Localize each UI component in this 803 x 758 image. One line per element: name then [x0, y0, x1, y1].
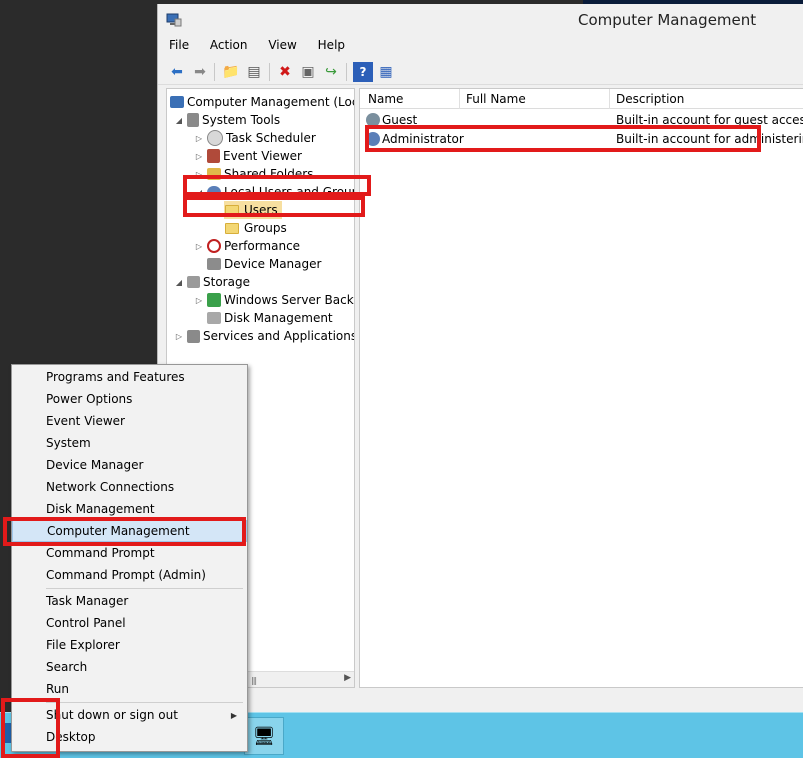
menu-item-run[interactable]: Run — [12, 678, 247, 700]
scroll-right-arrow-icon[interactable]: ▶ — [344, 673, 351, 683]
show-action-pane-icon[interactable]: ▦ — [376, 62, 396, 82]
tree-label: Storage — [203, 275, 250, 289]
expand-arrow-icon[interactable]: ▷ — [174, 332, 184, 341]
menu-separator — [46, 702, 243, 703]
column-divider[interactable] — [459, 89, 460, 109]
menu-item-device-manager[interactable]: Device Manager — [12, 454, 247, 476]
event-viewer-icon — [207, 149, 220, 163]
menu-action[interactable]: Action — [204, 36, 254, 54]
user-list-view: Name Full Name Description Guest Built-i… — [359, 88, 803, 688]
tree-node-device-manager[interactable]: Device Manager — [207, 255, 321, 273]
back-arrow-icon[interactable]: ⬅ — [167, 62, 187, 82]
computer-management-icon — [166, 13, 182, 27]
menu-item-system[interactable]: System — [12, 432, 247, 454]
menu-file[interactable]: File — [163, 36, 195, 54]
tools-icon — [187, 113, 199, 127]
tree-label: Computer Management (Local — [187, 95, 355, 109]
export-list-icon[interactable]: ↪ — [321, 62, 341, 82]
show-hide-tree-icon[interactable]: ▤ — [244, 62, 264, 82]
menu-item-programs-and-features[interactable]: Programs and Features — [12, 366, 247, 388]
tree-label: Performance — [224, 239, 301, 253]
menu-item-file-explorer[interactable]: File Explorer — [12, 634, 247, 656]
tree-node-performance[interactable]: ▷ Performance — [194, 237, 300, 255]
tree-label: Task Scheduler — [226, 131, 316, 145]
highlight-computer-management-item — [3, 517, 246, 546]
tree-label: Services and Applications — [203, 329, 355, 343]
title-bar[interactable]: Computer Management — [158, 4, 803, 34]
tree-node-event-viewer[interactable]: ▷ Event Viewer — [194, 147, 302, 165]
tree-node-services-and-applications[interactable]: ▷ Services and Applications — [174, 327, 355, 345]
server-manager-taskbar-icon[interactable]: 🖥 — [244, 717, 284, 755]
services-icon — [187, 329, 200, 343]
tree-label: Event Viewer — [223, 149, 302, 163]
collapse-arrow-icon[interactable]: ◢ — [174, 116, 184, 125]
expand-arrow-icon[interactable]: ▷ — [194, 134, 204, 143]
tree-node-computer-management[interactable]: Computer Management (Local — [170, 93, 355, 111]
storage-icon — [187, 276, 200, 288]
scrollbar-grip-icon[interactable]: ||| — [251, 676, 257, 685]
expand-arrow-icon[interactable]: ▷ — [194, 242, 204, 251]
performance-icon — [207, 239, 221, 253]
power-user-context-menu: Programs and Features Power Options Even… — [11, 364, 248, 752]
highlight-start-button — [1, 698, 60, 758]
tree-label: Disk Management — [224, 311, 333, 325]
column-header-name[interactable]: Name — [368, 92, 403, 106]
expand-arrow-icon[interactable]: ▷ — [194, 296, 204, 305]
menu-help[interactable]: Help — [312, 36, 351, 54]
menu-view[interactable]: View — [262, 36, 302, 54]
menu-item-control-panel[interactable]: Control Panel — [12, 612, 247, 634]
disk-icon — [207, 312, 221, 324]
menu-item-power-options[interactable]: Power Options — [12, 388, 247, 410]
tree-node-storage[interactable]: ◢ Storage — [174, 273, 250, 291]
tree-label: Groups — [244, 221, 287, 235]
list-header: Name Full Name Description — [360, 89, 803, 109]
column-divider[interactable] — [609, 89, 610, 109]
tree-node-system-tools[interactable]: ◢ System Tools — [174, 111, 280, 129]
menu-item-task-manager[interactable]: Task Manager — [12, 590, 247, 612]
menu-item-event-viewer[interactable]: Event Viewer — [12, 410, 247, 432]
properties-icon[interactable]: ▣ — [298, 62, 318, 82]
forward-arrow-icon[interactable]: ➡ — [190, 62, 210, 82]
menu-bar: File Action View Help — [158, 36, 803, 56]
column-header-full-name[interactable]: Full Name — [466, 92, 526, 106]
tree-node-windows-server-backup[interactable]: ▷ Windows Server Backup — [194, 291, 355, 309]
expand-arrow-icon[interactable]: ▷ — [194, 152, 204, 161]
toolbar-separator — [346, 63, 347, 81]
highlight-users-node — [183, 196, 365, 217]
folder-icon — [225, 222, 239, 234]
submenu-arrow-icon: ▶ — [230, 710, 237, 720]
menu-item-network-connections[interactable]: Network Connections — [12, 476, 247, 498]
tree-label: Device Manager — [224, 257, 322, 271]
tree-node-groups[interactable]: Groups — [224, 219, 287, 237]
tree-node-disk-management[interactable]: Disk Management — [207, 309, 333, 327]
window-title: Computer Management — [578, 11, 757, 29]
toolbar-separator — [269, 63, 270, 81]
tree-label: System Tools — [202, 113, 281, 127]
highlight-administrator-row — [365, 125, 761, 152]
menu-item-search[interactable]: Search — [12, 656, 247, 678]
menu-item-label: Shut down or sign out — [46, 708, 178, 722]
toolbar-separator — [214, 63, 215, 81]
delete-icon[interactable]: ✖ — [275, 62, 295, 82]
tree-node-task-scheduler[interactable]: ▷ Task Scheduler — [194, 129, 316, 147]
computer-management-window: Computer Management File Action View Hel… — [157, 4, 803, 712]
menu-separator — [46, 588, 243, 589]
computer-icon — [170, 96, 184, 108]
help-icon[interactable]: ? — [353, 62, 373, 82]
highlight-local-users-and-groups — [183, 175, 371, 196]
toolbar: ⬅ ➡ 📁 ▤ ✖ ▣ ↪ ? ▦ — [158, 59, 803, 85]
backup-icon — [207, 293, 221, 307]
up-folder-icon[interactable]: 📁 — [221, 62, 241, 82]
clock-icon — [207, 130, 223, 146]
tree-label: Windows Server Backup — [224, 293, 355, 307]
collapse-arrow-icon[interactable]: ◢ — [174, 278, 184, 287]
device-manager-icon — [207, 258, 221, 270]
menu-item-command-prompt-admin[interactable]: Command Prompt (Admin) — [12, 564, 247, 586]
column-header-description[interactable]: Description — [616, 92, 684, 106]
